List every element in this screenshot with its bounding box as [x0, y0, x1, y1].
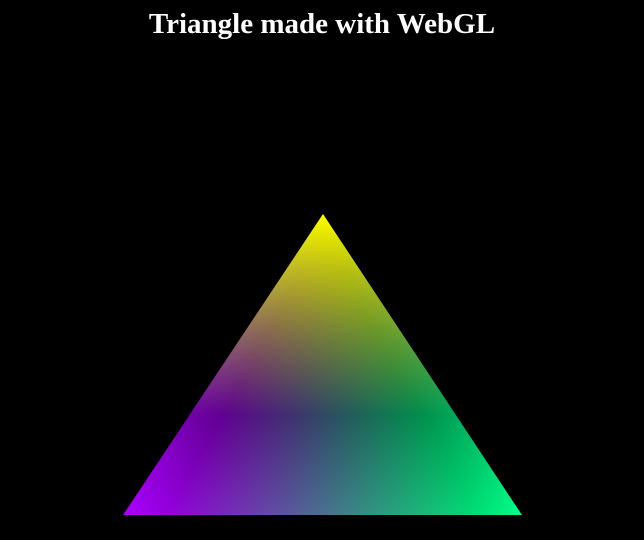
triangle	[123, 214, 522, 515]
webgl-page: Triangle made with WebGL	[0, 0, 644, 540]
triangle-right-color-layer	[123, 214, 522, 515]
webgl-canvas	[123, 214, 522, 515]
